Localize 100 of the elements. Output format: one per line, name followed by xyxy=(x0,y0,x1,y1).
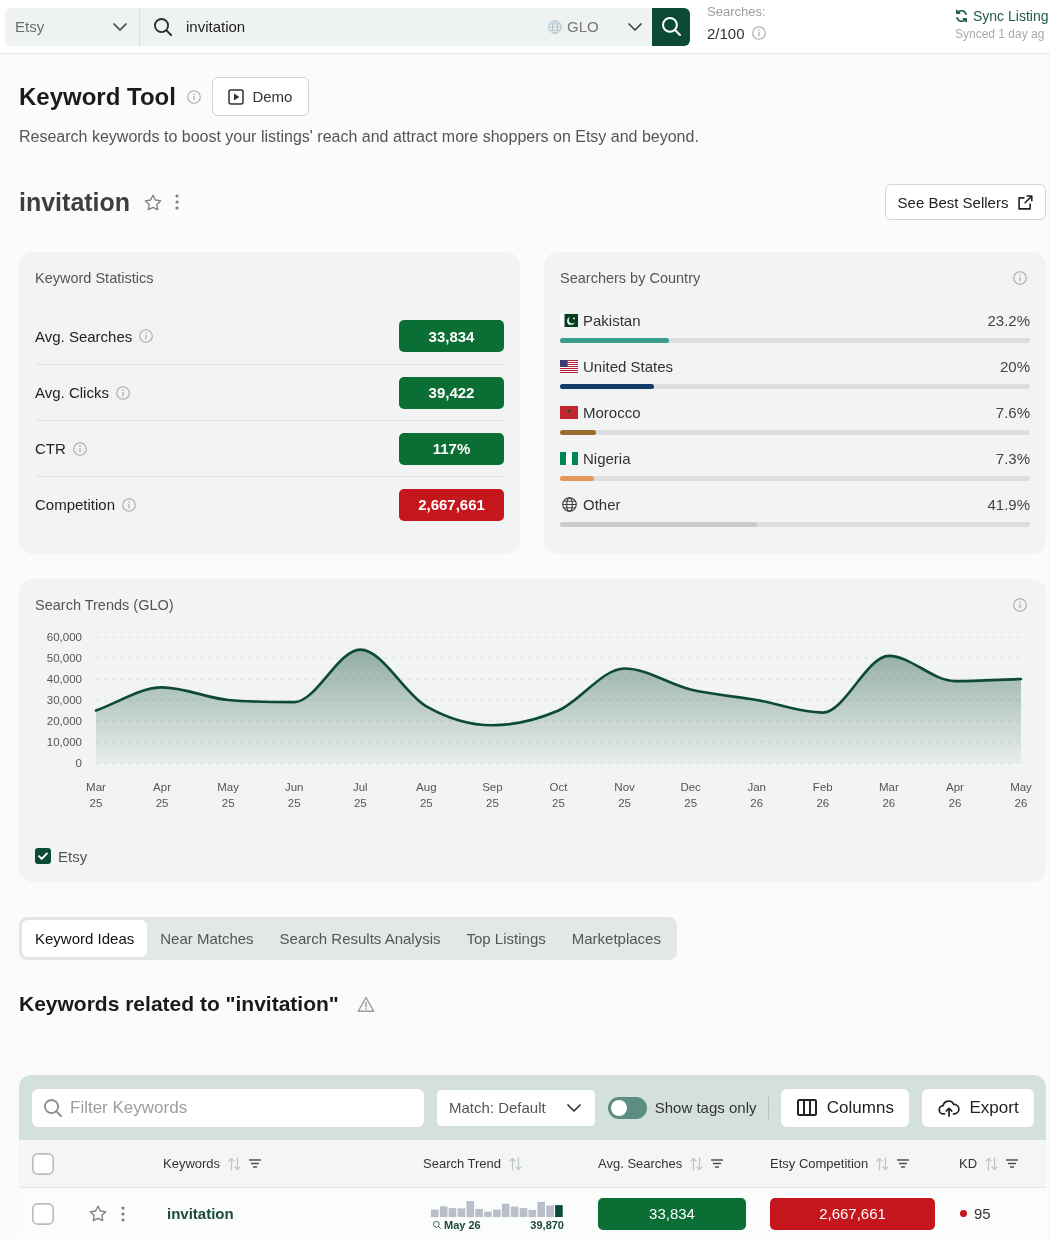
columns-button[interactable]: Columns xyxy=(781,1088,910,1127)
country-name: Morocco xyxy=(583,403,641,421)
stat-value: 33,834 xyxy=(399,320,504,352)
sort-icon[interactable] xyxy=(985,1156,999,1171)
country-share: 20% xyxy=(999,357,1030,375)
export-button[interactable]: Export xyxy=(922,1088,1034,1127)
search-icon xyxy=(44,1098,62,1117)
x-axis-label: Jun 25 xyxy=(284,780,304,811)
filter-icon[interactable] xyxy=(711,1159,724,1168)
x-axis-label: Feb 26 xyxy=(812,780,833,811)
tab[interactable]: Marketplaces xyxy=(558,920,674,957)
warning-icon[interactable] xyxy=(356,995,375,1013)
stat-label: Avg. Clicks xyxy=(35,384,109,401)
stat-value: 2,667,661 xyxy=(399,488,504,521)
x-axis-label: May 26 xyxy=(1010,780,1032,811)
page-title: Keyword Tool xyxy=(19,82,176,111)
sort-icon[interactable] xyxy=(228,1156,242,1171)
info-icon[interactable] xyxy=(115,385,130,400)
trend-value: 39,870 xyxy=(530,1219,564,1231)
x-axis-label: Nov 25 xyxy=(614,780,635,811)
sort-icon[interactable] xyxy=(876,1156,890,1171)
country-name: Nigeria xyxy=(583,449,631,467)
filter-icon[interactable] xyxy=(897,1159,910,1168)
y-axis-label: 0 xyxy=(75,756,82,770)
country-name: Pakistan xyxy=(583,311,641,329)
tab[interactable]: Near Matches xyxy=(147,920,267,957)
region-dropdown[interactable]: GLO xyxy=(540,7,652,46)
info-icon[interactable] xyxy=(122,497,137,512)
searches-count: 2/100 xyxy=(707,24,745,42)
x-axis-label: Jan 26 xyxy=(747,780,766,811)
info-icon[interactable] xyxy=(139,329,154,343)
sort-icon[interactable] xyxy=(509,1156,523,1171)
globe-icon xyxy=(562,496,577,512)
kd-value: 95 xyxy=(974,1205,991,1222)
column-header[interactable]: KD xyxy=(959,1156,978,1171)
play-icon xyxy=(228,88,245,105)
page-description: Research keywords to boost your listings' reach and attract more shoppers on Etsy and beyond. xyxy=(19,127,700,147)
info-icon[interactable] xyxy=(751,26,766,40)
stat-value: 117% xyxy=(399,432,504,465)
info-icon[interactable] xyxy=(72,441,87,456)
y-axis-label: 50,000 xyxy=(46,651,82,665)
tab[interactable]: Search Results Analysis xyxy=(266,920,454,957)
sync-button[interactable]: Sync Listing xyxy=(955,8,1049,24)
info-icon[interactable] xyxy=(1013,271,1027,285)
x-axis-label: Mar 26 xyxy=(878,780,899,811)
y-axis-label: 20,000 xyxy=(46,714,82,728)
card-title: Searchers by Country xyxy=(560,269,701,288)
x-axis-label: May 25 xyxy=(217,780,239,811)
pakistan-flag-icon xyxy=(560,313,578,327)
trend-bar xyxy=(448,1208,457,1217)
tab[interactable]: Top Listings xyxy=(453,920,559,957)
row-checkbox[interactable] xyxy=(32,1202,54,1225)
searches-label: Searches: xyxy=(707,3,766,20)
toggle-label: Show tags only xyxy=(654,1099,757,1116)
search-field[interactable]: invitation xyxy=(140,7,540,46)
avg-searches-value: 33,834 xyxy=(598,1197,746,1230)
filter-icon[interactable] xyxy=(249,1159,262,1168)
search-icon xyxy=(661,17,681,36)
stat-label: CTR xyxy=(35,440,66,457)
chevron-down-icon xyxy=(627,22,642,31)
tab[interactable]: Keyword Ideas xyxy=(22,920,148,957)
toggle-switch[interactable] xyxy=(607,1096,647,1119)
cloud-upload-icon xyxy=(937,1098,960,1117)
column-header[interactable]: Etsy Competition xyxy=(770,1156,869,1171)
legend-checkbox[interactable] xyxy=(35,848,51,864)
demo-button[interactable]: Demo xyxy=(211,77,309,116)
column-header[interactable]: Search Trend xyxy=(423,1156,502,1171)
country-name: Other xyxy=(583,495,621,513)
column-header[interactable]: Keywords xyxy=(163,1156,221,1171)
keyword-link[interactable]: invitation xyxy=(167,1205,234,1222)
columns-icon xyxy=(796,1099,817,1116)
select-all-checkbox[interactable] xyxy=(32,1152,54,1175)
country-share: 23.2% xyxy=(987,311,1030,329)
card-title: Search Trends (GLO) xyxy=(35,596,174,615)
info-icon[interactable] xyxy=(1013,598,1027,612)
competition-value: 2,667,661 xyxy=(770,1197,935,1230)
section-title: Keywords related to "invitation" xyxy=(19,992,339,1016)
sync-status: Synced 1 day ag xyxy=(955,27,1045,41)
star-icon[interactable] xyxy=(89,1205,107,1222)
sort-icon[interactable] xyxy=(690,1156,704,1171)
y-axis-label: 60,000 xyxy=(46,630,82,644)
search-button[interactable] xyxy=(652,7,690,46)
more-options-icon[interactable] xyxy=(175,194,180,210)
trend-bar xyxy=(519,1208,528,1217)
match-dropdown[interactable]: Match: Default xyxy=(437,1089,595,1126)
info-icon[interactable] xyxy=(186,89,201,104)
filter-icon[interactable] xyxy=(1006,1159,1019,1168)
star-icon[interactable] xyxy=(144,193,163,211)
best-sellers-button[interactable]: See Best Sellers xyxy=(885,184,1046,220)
country-share: 7.3% xyxy=(995,449,1030,467)
column-header[interactable]: Avg. Searches xyxy=(598,1156,683,1171)
trend-bar xyxy=(510,1206,519,1217)
x-axis-label: Dec 25 xyxy=(680,780,701,811)
marketplace-dropdown[interactable]: Etsy xyxy=(5,7,140,46)
x-axis-label: Jul 25 xyxy=(352,780,368,811)
filter-field[interactable]: Filter Keywords xyxy=(32,1088,424,1127)
more-options-icon[interactable] xyxy=(121,1205,125,1222)
x-axis-label: Apr 25 xyxy=(153,780,171,811)
nigeria-flag-icon xyxy=(560,451,578,465)
x-axis-label: Oct 25 xyxy=(549,780,568,811)
